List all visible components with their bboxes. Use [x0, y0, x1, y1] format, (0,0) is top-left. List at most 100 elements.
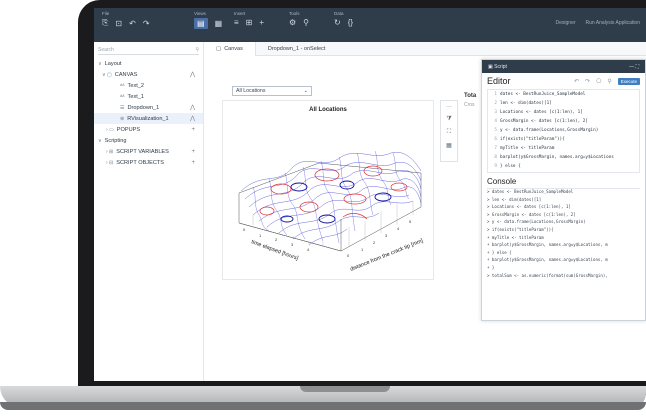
save-icon[interactable]: ⊡: [115, 19, 122, 28]
outline-view-icon[interactable]: ▤: [194, 18, 208, 29]
tree-item-rvisualization-1[interactable]: ⊕ RVisualization_1 ⋀: [94, 113, 203, 124]
laptop-base: [0, 386, 646, 410]
minimize-icon[interactable]: —: [629, 64, 634, 70]
surface-contours-blue: [280, 180, 392, 224]
editor-bar: Editor ↶ ↷ ⎔ ⚲ Execute: [482, 73, 645, 89]
data-table-icon[interactable]: ▦: [446, 142, 452, 149]
tree-item-text-1[interactable]: ᴬᴬ Text_1: [94, 91, 203, 102]
tree-item-label: Layout: [104, 60, 122, 67]
tree-item-label: SCRIPT VARIABLES: [116, 148, 169, 155]
widget-side-toolbar: ··· ⧩ ⛶ ▦: [440, 100, 458, 162]
window-controls: — ⛶: [629, 64, 639, 70]
outline-search[interactable]: Search ⚲: [98, 46, 199, 55]
code-line: 2 len <- dim(dates)[1]: [488, 99, 639, 108]
expand-icon[interactable]: ⛶: [635, 64, 639, 70]
refresh-icon[interactable]: ↻: [334, 18, 341, 27]
chevron-down-icon[interactable]: ∨ ▢: [102, 72, 112, 78]
search-icon[interactable]: ⚲: [607, 78, 611, 85]
locations-dropdown[interactable]: All Locations ⌄: [232, 86, 312, 96]
add-icon[interactable]: +: [191, 127, 195, 133]
expand-icon[interactable]: ⋀: [190, 104, 195, 111]
console-line: > len <- dim(dates)[1]: [487, 196, 542, 202]
file-caption: File: [102, 11, 110, 16]
console-line: + } else {: [487, 249, 512, 255]
search-input[interactable]: Search: [98, 47, 114, 53]
add-icon[interactable]: +: [191, 149, 195, 155]
laptop-frame: File ⎘ ⊡ ↶ ↷ Views ▤ ▦ Insert ≡ ⊞ + Tool…: [0, 0, 646, 417]
undo-icon[interactable]: ↶: [574, 78, 579, 85]
chevron-down-icon[interactable]: ⌄: [304, 88, 308, 94]
tree-item-script-variables[interactable]: › ⊞ SCRIPT VARIABLES +: [94, 146, 203, 157]
r-visualization-icon: ⊕: [120, 115, 125, 122]
tree-item-label: Text_2: [127, 82, 145, 89]
code-icon[interactable]: {}: [348, 18, 353, 27]
add-icon[interactable]: +: [191, 160, 195, 166]
tools-filter-icon[interactable]: ⚲: [303, 18, 309, 27]
code-editor[interactable]: 1 dates <- BestRunJuice_SampleModel 2 len …: [487, 89, 640, 173]
format-icon[interactable]: ⎔: [596, 78, 601, 85]
tree-item-script-objects[interactable]: › ⊟ SCRIPT OBJECTS +: [94, 157, 203, 168]
grid-view-icon[interactable]: ▦: [215, 19, 223, 28]
file-group: File ⎘ ⊡ ↶ ↷: [102, 11, 150, 28]
code-text: dates <- BestRunJuice_SampleModel: [500, 92, 586, 97]
tree-item-text-2[interactable]: ᴬᴬ Text_2: [94, 80, 203, 91]
insert-plus-icon[interactable]: +: [259, 18, 264, 27]
data-caption: Data: [334, 11, 344, 16]
data-group: Data ↻ {}: [334, 11, 353, 27]
line-number: 4: [494, 119, 497, 124]
filter-icon[interactable]: ⧩: [446, 116, 451, 123]
tree-item-layout[interactable]: ∨ Layout: [94, 58, 203, 69]
undo-icon[interactable]: ↶: [129, 19, 136, 28]
console-line: + barplot(y$GrossMargin, names.arg=y$Loc…: [487, 242, 608, 248]
tree-item-label: Text_1: [127, 93, 145, 100]
chevron-right-icon[interactable]: › ⊞: [106, 149, 113, 155]
add-icon[interactable]: ⋀: [190, 71, 195, 78]
editor-tabs: ▢ Canvas Dropdown_1 - onSelect: [204, 41, 646, 56]
redo-icon[interactable]: ↷: [143, 19, 150, 28]
outline-panel: Search ⚲ ∨ Layout ∨ ▢ CANVAS ⋀ ᴬᴬ Text_2…: [94, 42, 204, 381]
surface-mesh-cross: [252, 150, 410, 244]
x-axis-label: distance from the crack tip [mm]: [350, 238, 425, 273]
editor-title: Editor: [487, 76, 511, 86]
surface-contours-red: [259, 165, 408, 220]
tools-wrench-icon[interactable]: ⚙: [289, 18, 296, 27]
tab-dropdown-onselect[interactable]: Dropdown_1 - onSelect: [256, 42, 337, 56]
expand-icon[interactable]: ⋀: [190, 115, 195, 122]
fullscreen-icon[interactable]: ⛶: [447, 129, 451, 136]
execute-button[interactable]: Execute: [617, 77, 640, 85]
text-widget-icon: ᴬᴬ: [120, 82, 125, 89]
chevron-down-icon[interactable]: ∨: [98, 61, 102, 67]
chevron-down-icon[interactable]: ∨: [98, 138, 102, 144]
new-file-icon[interactable]: ⎘: [102, 18, 108, 28]
x-tick-2: 2: [373, 240, 376, 245]
r-visualization-widget[interactable]: All Locations 0 1 2 3 4 5 0 1 2 3 4 dist…: [222, 100, 434, 280]
tree-item-scripting[interactable]: ∨ Scripting: [94, 135, 203, 146]
tree-item-dropdown-1[interactable]: ☰ Dropdown_1 ⋀: [94, 102, 203, 113]
tree-item-popups[interactable]: › ▭ POPUPS +: [94, 124, 203, 135]
tree-item-label: CANVAS: [114, 71, 138, 78]
run-analysis-link[interactable]: Run Analysis Application: [586, 20, 640, 26]
designer-link[interactable]: Designer: [556, 20, 576, 26]
surface-plot: 0 1 2 3 4 5 0 1 2 3 4 distance from the …: [238, 150, 425, 273]
code-text: y <- data.frame(Locations,GrossMargin): [500, 128, 599, 133]
y-tick-0: 0: [243, 227, 246, 232]
script-header: ▣ Script — ⛶: [482, 60, 645, 73]
laptop-notch: [300, 386, 390, 392]
laptop-base-shadow: [0, 402, 646, 410]
chevron-right-icon[interactable]: › ⊟: [106, 160, 113, 166]
chevron-right-icon[interactable]: › ▭: [106, 127, 114, 133]
tree-item-canvas[interactable]: ∨ ▢ CANVAS ⋀: [94, 69, 203, 80]
tab-label: Dropdown_1 - onSelect: [267, 45, 326, 52]
more-options-icon[interactable]: ···: [446, 104, 452, 110]
insert-chart-icon[interactable]: ≡: [234, 18, 239, 27]
console-output[interactable]: > dates <- BestRunJuice_SampleModel > le…: [487, 188, 640, 304]
redo-icon[interactable]: ↷: [585, 78, 590, 85]
code-line: 6 if(exists("titleParam")){: [488, 135, 639, 144]
insert-table-icon[interactable]: ⊞: [246, 18, 253, 27]
code-line: 7 myTitle <- titleParam: [488, 144, 639, 153]
views-caption: Views: [194, 11, 206, 16]
search-icon[interactable]: ⚲: [195, 47, 199, 53]
tab-canvas[interactable]: ▢ Canvas: [204, 41, 256, 56]
insert-caption: Insert: [234, 11, 246, 16]
line-number: 3: [494, 110, 497, 115]
